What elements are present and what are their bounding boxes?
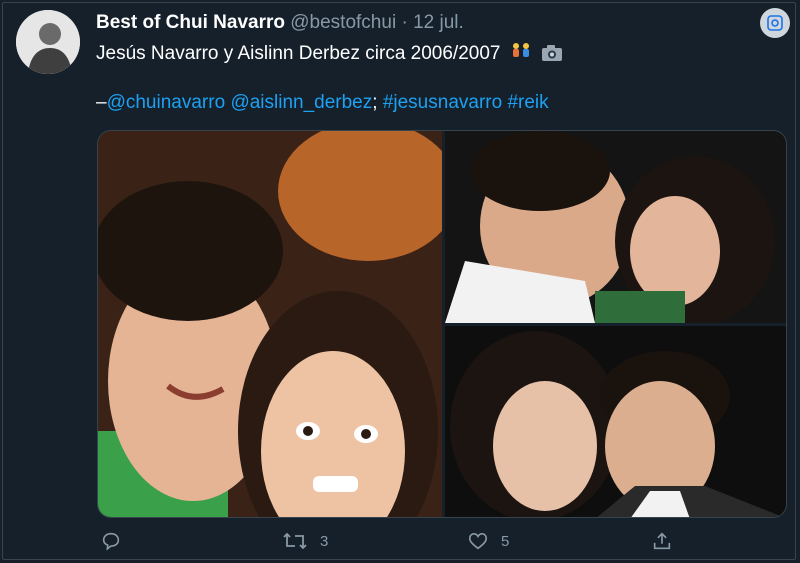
- couple-emoji-icon: [510, 42, 532, 68]
- tweet-text: Jesús Navarro y Aislinn Derbez circa 200…: [96, 42, 563, 68]
- avatar[interactable]: [16, 10, 80, 74]
- camera-emoji-icon: [541, 44, 563, 68]
- dash: –: [96, 92, 107, 113]
- semicolon: ;: [372, 92, 378, 113]
- display-name[interactable]: Best of Chui Navarro: [96, 12, 285, 33]
- share-icon: [651, 530, 673, 552]
- photo-2[interactable]: [445, 131, 786, 323]
- separator: ·: [396, 12, 414, 33]
- mention-aislinn[interactable]: @aislinn_derbez: [230, 92, 372, 113]
- lens-icon[interactable]: [760, 8, 790, 38]
- tweet-tags: –@chuinavarro @aislinn_derbez; #jesusnav…: [96, 92, 549, 114]
- handle[interactable]: @bestofchui: [290, 12, 396, 33]
- media-grid: [97, 130, 787, 518]
- reply-icon: [100, 530, 122, 552]
- like-count: 5: [501, 532, 510, 550]
- photo-1[interactable]: [98, 131, 442, 517]
- photo-3[interactable]: [445, 326, 786, 517]
- tweet-header: Best of Chui Navarro @bestofchui · 12 ju…: [96, 12, 464, 34]
- like-icon: [467, 530, 489, 552]
- mention-chuinavarro[interactable]: @chuinavarro: [107, 92, 226, 113]
- hashtag-reik[interactable]: #reik: [507, 92, 548, 113]
- tweet-actions: 3 5: [0, 530, 800, 560]
- tweet-date[interactable]: 12 jul.: [413, 12, 464, 33]
- retweet-count: 3: [320, 532, 329, 550]
- reply-button[interactable]: [100, 530, 134, 552]
- tweet-text-line: Jesús Navarro y Aislinn Derbez circa 200…: [96, 43, 501, 64]
- share-button[interactable]: [651, 530, 673, 552]
- retweet-button[interactable]: 3: [282, 530, 328, 552]
- hashtag-jesusnavarro[interactable]: #jesusnavarro: [383, 92, 502, 113]
- retweet-icon: [282, 530, 308, 552]
- like-button[interactable]: 5: [467, 530, 509, 552]
